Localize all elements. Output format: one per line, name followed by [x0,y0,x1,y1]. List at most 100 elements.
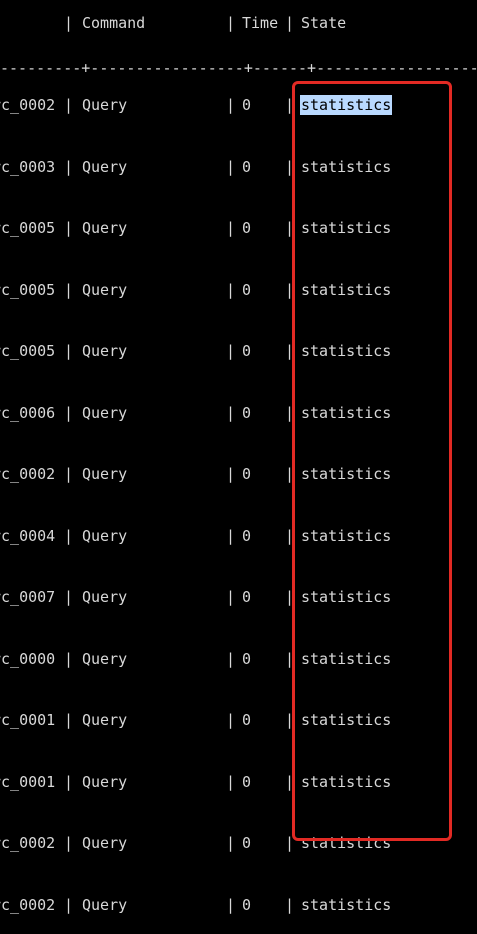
row-user: rc_0002 [0,895,56,914]
column-separator: | [226,895,236,914]
column-separator: | [226,649,236,668]
row-command: Query [82,280,128,299]
column-separator: | [64,219,74,237]
column-separator: | [285,219,295,237]
row-time: 0 [242,895,252,914]
row-command: Query [82,219,128,237]
row-time: 0 [242,403,252,422]
row-state: statistics [301,711,392,729]
row-state: statistics [300,95,393,115]
row-user: rc_0002 [0,834,56,852]
column-separator: | [64,834,74,852]
column-separator: | [64,895,74,914]
row-command: Query [82,403,128,422]
column-separator: | [226,465,236,483]
row-time: 0 [242,588,252,606]
row-state: statistics [301,219,392,237]
column-separator: | [64,157,74,176]
row-user: rc_0007 [0,588,56,606]
row-user: rc_0000 [0,649,56,668]
row-command: Query [82,96,128,114]
row-user: rc_0002 [0,96,56,114]
row-time: 0 [242,649,252,668]
column-separator: | [64,588,74,606]
row-user: rc_0003 [0,157,56,176]
row-user: rc_0005 [0,342,56,360]
row-state: statistics [301,403,392,422]
row-time: 0 [242,772,252,791]
row-state: statistics [301,526,392,545]
row-time: 0 [242,834,252,852]
row-command: Query [82,711,128,729]
row-command: Query [82,588,128,606]
column-separator: | [285,14,295,32]
column-separator: | [285,834,295,852]
row-user: rc_0001 [0,772,56,791]
column-separator: | [285,711,295,729]
row-time: 0 [242,711,252,729]
row-user: rc_0004 [0,526,56,545]
row-command: Query [82,649,128,668]
column-separator: | [64,14,74,32]
row-command: Query [82,342,128,360]
row-time: 0 [242,342,252,360]
row-time: 0 [242,219,252,237]
header-time: Time [242,14,279,32]
row-time: 0 [242,465,252,483]
row-state: statistics [301,280,392,299]
column-separator: | [64,96,74,114]
row-state: statistics [301,465,392,483]
row-state: statistics [301,834,392,852]
row-state: statistics [301,342,392,360]
column-separator: | [226,157,236,176]
row-state: statistics [301,157,392,176]
row-command: Query [82,772,128,791]
row-command: Query [82,465,128,483]
column-separator: | [226,834,236,852]
row-command: Query [82,526,128,545]
column-separator: | [64,403,74,422]
column-separator: | [226,526,236,545]
row-user: rc_0001 [0,711,56,729]
terminal-output[interactable]: | Command | Time | State ---------+-----… [0,0,477,934]
row-state: statistics [301,895,392,914]
header-state: State [301,14,347,32]
column-separator: | [226,342,236,360]
column-separator: | [285,342,295,360]
row-user: rc_0006 [0,403,56,422]
row-user: rc_0005 [0,280,56,299]
column-separator: | [226,711,236,729]
column-separator: | [64,772,74,791]
column-separator: | [64,711,74,729]
row-time: 0 [242,526,252,545]
row-state: statistics [301,772,392,791]
column-separator: | [64,280,74,299]
column-separator: | [226,96,236,114]
header-command: Command [82,14,146,32]
row-user: rc_0005 [0,219,56,237]
row-time: 0 [242,280,252,299]
column-separator: | [285,465,295,483]
column-separator: | [226,588,236,606]
column-separator: | [285,157,295,176]
column-separator: | [285,588,295,606]
column-separator: | [285,403,295,422]
row-time: 0 [242,96,252,114]
column-separator: | [285,96,295,114]
column-separator: | [226,219,236,237]
column-separator: | [64,526,74,545]
table-divider: ---------+-----------------+------+-----… [0,59,477,77]
column-separator: | [226,280,236,299]
column-separator: | [285,649,295,668]
row-command: Query [82,157,128,176]
column-separator: | [226,14,236,32]
row-state: statistics [301,588,392,606]
row-state: statistics [301,649,392,668]
table-header: | Command | Time | State [0,13,346,33]
column-separator: | [285,526,295,545]
row-user: rc_0002 [0,465,56,483]
column-separator: | [64,465,74,483]
column-separator: | [226,772,236,791]
column-separator: | [285,280,295,299]
column-separator: | [64,342,74,360]
